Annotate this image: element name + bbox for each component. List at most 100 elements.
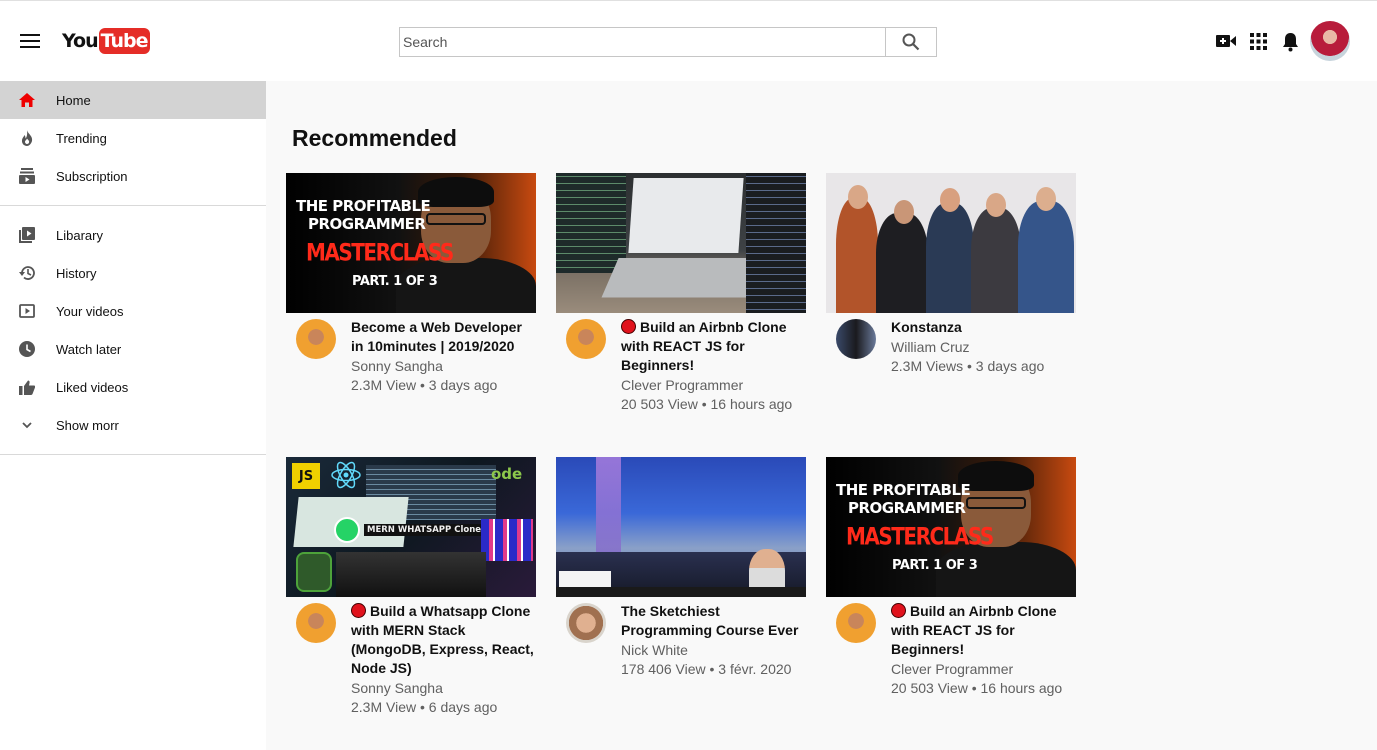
user-avatar[interactable] [1310,21,1350,61]
channel-name[interactable]: Nick White [621,641,688,660]
thumbnail-text: MASTERCLASS [846,521,994,551]
video-stats: 20 503 View • 16 hours ago [891,680,1063,696]
channel-avatar[interactable] [836,319,876,359]
thumbnail-text: MASTERCLASS [306,237,454,267]
node-logo: ode [491,465,523,483]
sidebar-item-label: Your videos [56,303,124,319]
channel-avatar[interactable] [566,603,606,643]
laptop-screen [628,178,744,253]
sidebar-item-label: History [56,265,97,281]
sidebar-item-your-videos[interactable]: Your videos [0,292,266,330]
video-thumbnail[interactable] [556,173,806,313]
library-icon [18,227,36,243]
video-info: Build an Airbnb Clone with REACT JS for … [556,313,806,433]
whatsapp-icon [334,517,360,543]
video-title[interactable]: The Sketchiest Programming Course Ever [621,602,806,640]
sidebar-item-history[interactable]: History [0,254,266,292]
sidebar-item-liked-videos[interactable]: Liked videos [0,368,266,406]
video-stats: 20 503 View • 16 hours ago [621,396,793,412]
channel-name[interactable]: Clever Programmer [891,660,1013,679]
video-thumbnail[interactable]: THE PROFITABLE PROGRAMMER MASTERCLASS PAR… [286,173,536,313]
video-title-text: The Sketchiest Programming Course Ever [621,603,799,638]
trending-icon [18,130,36,146]
video-info: Build a Whatsapp Clone with MERN Stack (… [286,597,536,717]
video-thumbnail[interactable]: JS ode MERN WHATSAPP Clone [286,457,536,597]
menu-icon[interactable] [20,34,40,48]
video-info: Konstanza William Cruz 2.3M Views • 3 da… [826,313,1076,433]
thumbnail-text-line: THE PROFITABLE [296,197,431,215]
channel-avatar[interactable] [836,603,876,643]
thumbnail-text-line: PROGRAMMER [848,499,966,517]
sidebar-item-label: Trending [56,130,107,146]
thumbnail-figure [894,200,914,224]
sidebar-item-label: Show morr [56,417,119,433]
subscription-icon [18,168,36,184]
live-indicator-icon [891,603,906,618]
video-thumbnail[interactable] [556,457,806,597]
search-button[interactable] [885,27,937,57]
video-title[interactable]: Build an Airbnb Clone with REACT JS for … [621,318,806,375]
home-icon [18,92,36,108]
liked-icon [18,379,36,395]
js-badge: JS [292,463,320,489]
video-title-text: Konstanza [891,319,962,335]
sidebar-item-label: Liked videos [56,379,129,395]
channel-name[interactable]: William Cruz [891,338,970,357]
sidebar-item-subscription[interactable]: Subscription [0,157,266,195]
thumbnail-text: PART. 1 OF 3 [352,274,438,289]
thumbnail-text-line: THE PROFITABLE [836,481,971,499]
sidebar-item-watch-later[interactable]: Watch later [0,330,266,368]
sidebar-item-home[interactable]: Home [0,81,266,119]
sidebar-item-library[interactable]: Libarary [0,216,266,254]
channel-name[interactable]: Sonny Sangha [351,357,443,376]
thumbnail-figure [876,213,928,313]
thumbnail-figure [1018,201,1074,313]
video-card[interactable]: The Sketchiest Programming Course Ever N… [556,457,806,717]
create-video-icon[interactable] [1216,34,1236,53]
live-indicator-icon [621,319,636,334]
video-card[interactable]: THE PROFITABLE PROGRAMMER MASTERCLASS PAR… [826,457,1076,717]
video-card[interactable]: THE PROFITABLE PROGRAMMER MASTERCLASS PAR… [286,173,536,433]
sidebar-item-trending[interactable]: Trending [0,119,266,157]
app-grid-screen [481,519,533,561]
search-icon [902,33,920,51]
header: You Tube [0,0,1377,81]
video-title-text: Build an Airbnb Clone with REACT JS for … [891,603,1057,657]
thumbnail-figure [986,193,1006,217]
notifications-bell-icon[interactable] [1282,32,1299,57]
channel-avatar[interactable] [296,319,336,359]
channel-avatar[interactable] [296,603,336,643]
channel-avatar[interactable] [566,319,606,359]
monitor-screen [556,173,626,273]
thumbnail-figure [848,185,868,209]
video-title[interactable]: Become a Web Developer in 10minutes | 20… [351,318,536,356]
thumbnail-figure [971,208,1021,313]
desk-equipment [336,552,486,597]
thumbnail-text: PART. 1 OF 3 [892,558,978,573]
video-title[interactable]: Build an Airbnb Clone with REACT JS for … [891,602,1076,659]
search-input[interactable] [399,27,885,57]
youtube-logo[interactable]: You Tube [62,28,151,54]
your-videos-icon [18,303,36,319]
live-indicator-icon [351,603,366,618]
thumbnail-figure [1036,187,1056,211]
video-card[interactable]: Build an Airbnb Clone with REACT JS for … [556,173,806,433]
thumbnail-text-line: PROGRAMMER [308,215,426,233]
search-bar [399,27,937,57]
video-title[interactable]: Konstanza [891,318,1076,337]
apps-grid-icon[interactable] [1250,33,1267,55]
sidebar-divider [0,454,266,455]
video-title[interactable]: Build a Whatsapp Clone with MERN Stack (… [351,602,536,678]
sidebar-item-label: Watch later [56,341,122,357]
video-info: Build an Airbnb Clone with REACT JS for … [826,597,1076,717]
video-card[interactable]: JS ode MERN WHATSAPP Clone Build a Whats… [286,457,536,717]
channel-name[interactable]: Clever Programmer [621,376,743,395]
video-card[interactable]: Konstanza William Cruz 2.3M Views • 3 da… [826,173,1076,433]
sidebar-item-show-more[interactable]: Show morr [0,406,266,444]
chevron-down-icon [18,417,36,433]
channel-name[interactable]: Sonny Sangha [351,679,443,698]
video-stats: 2.3M Views • 3 days ago [891,358,1045,374]
monitor-screen [746,173,806,313]
video-thumbnail[interactable] [826,173,1076,313]
video-thumbnail[interactable]: THE PROFITABLE PROGRAMMER MASTERCLASS PAR… [826,457,1076,597]
